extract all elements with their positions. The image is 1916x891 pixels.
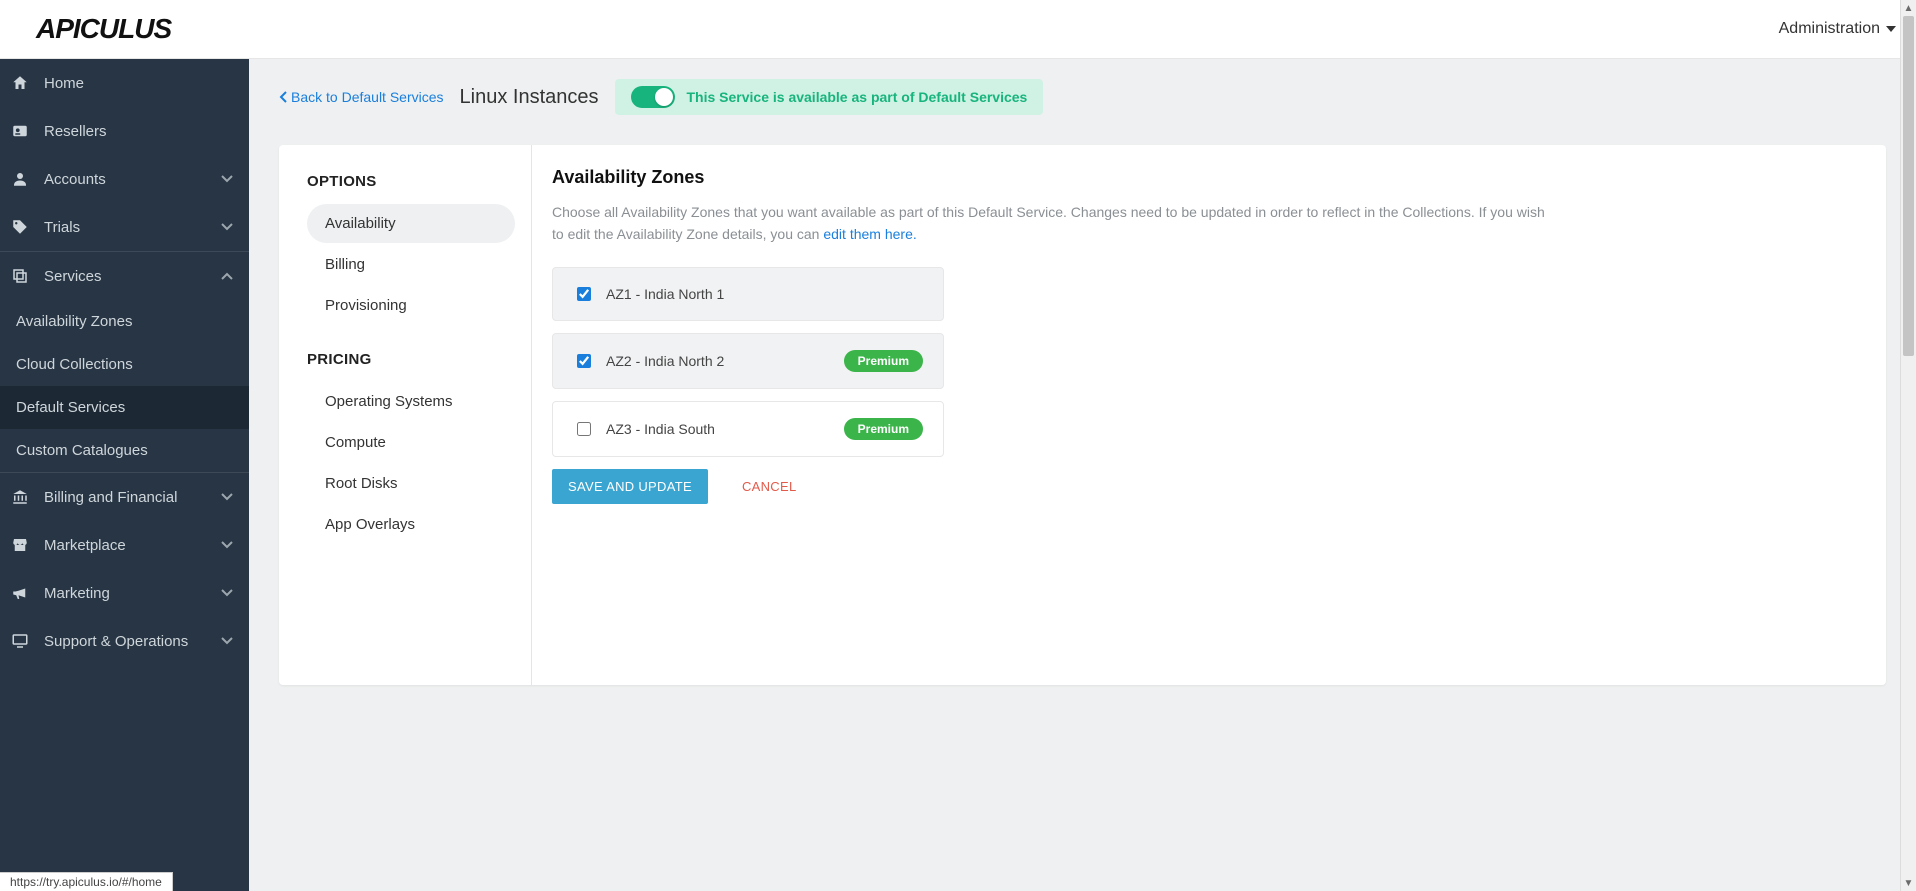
caret-down-icon — [1886, 26, 1896, 32]
az1-label: AZ1 - India North 1 — [606, 286, 724, 302]
tag-icon — [10, 217, 30, 237]
sidebar-item-label: Marketplace — [44, 537, 126, 554]
page-title: Linux Instances — [460, 86, 599, 109]
home-icon — [10, 73, 30, 93]
sidebar-subitem-custom-catalogues[interactable]: Custom Catalogues — [0, 429, 249, 472]
top-bar: APICULUS Administration — [0, 0, 1916, 59]
id-icon — [10, 121, 30, 141]
chevron-down-icon — [221, 493, 233, 501]
az2-label: AZ2 - India North 2 — [606, 353, 724, 369]
chevron-down-icon — [221, 637, 233, 645]
administration-label: Administration — [1779, 20, 1880, 38]
service-toggle[interactable] — [631, 86, 675, 108]
az-row-3[interactable]: AZ3 - India South Premium — [552, 401, 944, 457]
sidebar-subitem-cloud-collections[interactable]: Cloud Collections — [0, 343, 249, 386]
sidebar-item-label: Trials — [44, 219, 80, 236]
cancel-button[interactable]: CANCEL — [736, 478, 803, 495]
save-button[interactable]: SAVE AND UPDATE — [552, 469, 708, 504]
sidebar-item-home[interactable]: Home — [0, 59, 249, 107]
back-link-label: Back to Default Services — [291, 89, 444, 105]
sidebar-item-label: Support & Operations — [44, 633, 188, 650]
page-header: Back to Default Services Linux Instances… — [249, 59, 1916, 115]
sidebar-item-services[interactable]: Services — [0, 252, 249, 300]
status-url: https://try.apiculus.io/#/home — [0, 872, 173, 891]
sidebar-item-label: Marketing — [44, 585, 110, 602]
side-item-operating-systems[interactable]: Operating Systems — [307, 382, 515, 421]
section-description: Choose all Availability Zones that you w… — [552, 202, 1552, 245]
brand-logo: APICULUS — [36, 13, 171, 45]
store-icon — [10, 535, 30, 555]
az2-checkbox[interactable] — [577, 354, 591, 368]
sidebar-subitem-default-services[interactable]: Default Services — [0, 386, 249, 429]
sidebar-item-label: Home — [44, 75, 84, 92]
section-heading: Availability Zones — [552, 167, 1856, 188]
chevron-up-icon — [221, 272, 233, 280]
chevron-left-icon — [279, 91, 287, 103]
side-item-billing[interactable]: Billing — [307, 245, 515, 284]
side-item-root-disks[interactable]: Root Disks — [307, 464, 515, 503]
user-icon — [10, 169, 30, 189]
scroll-down-icon[interactable]: ▼ — [1901, 875, 1916, 891]
az3-checkbox[interactable] — [577, 422, 591, 436]
edit-link[interactable]: edit them here. — [823, 226, 916, 242]
side-item-compute[interactable]: Compute — [307, 423, 515, 462]
availability-text: This Service is available as part of Def… — [687, 89, 1028, 105]
sidebar: Home Resellers Accounts Trials — [0, 59, 249, 891]
main-content: Back to Default Services Linux Instances… — [249, 59, 1916, 891]
settings-card: OPTIONS Availability Billing Provisionin… — [279, 145, 1886, 685]
sidebar-item-label: Accounts — [44, 171, 106, 188]
monitor-icon — [10, 631, 30, 651]
sidebar-item-resellers[interactable]: Resellers — [0, 107, 249, 155]
chevron-down-icon — [221, 589, 233, 597]
scroll-up-icon[interactable]: ▲ — [1901, 0, 1916, 16]
az1-checkbox[interactable] — [577, 287, 591, 301]
card-side-panel: OPTIONS Availability Billing Provisionin… — [279, 145, 532, 685]
sidebar-item-marketplace[interactable]: Marketplace — [0, 521, 249, 569]
megaphone-icon — [10, 583, 30, 603]
az3-label: AZ3 - India South — [606, 421, 715, 437]
side-heading-pricing: PRICING — [307, 351, 515, 368]
scroll-thumb[interactable] — [1903, 16, 1914, 356]
chevron-down-icon — [221, 541, 233, 549]
side-item-availability[interactable]: Availability — [307, 204, 515, 243]
sidebar-item-trials[interactable]: Trials — [0, 203, 249, 251]
chevron-down-icon — [221, 175, 233, 183]
sidebar-item-label: Services — [44, 268, 102, 285]
sidebar-item-label: Resellers — [44, 123, 107, 140]
card-main-panel: Availability Zones Choose all Availabili… — [532, 145, 1886, 685]
sidebar-item-accounts[interactable]: Accounts — [0, 155, 249, 203]
chevron-down-icon — [221, 223, 233, 231]
side-item-provisioning[interactable]: Provisioning — [307, 286, 515, 325]
sidebar-item-support[interactable]: Support & Operations — [0, 617, 249, 665]
window-scrollbar[interactable]: ▲ ▼ — [1900, 0, 1916, 891]
az-row-1[interactable]: AZ1 - India North 1 — [552, 267, 944, 321]
side-heading-options: OPTIONS — [307, 173, 515, 190]
description-text: Choose all Availability Zones that you w… — [552, 204, 1545, 242]
premium-badge: Premium — [844, 418, 923, 440]
az-row-2[interactable]: AZ2 - India North 2 Premium — [552, 333, 944, 389]
sidebar-subitem-availability-zones[interactable]: Availability Zones — [0, 300, 249, 343]
back-link[interactable]: Back to Default Services — [279, 89, 444, 105]
sidebar-item-label: Billing and Financial — [44, 489, 177, 506]
button-row: SAVE AND UPDATE CANCEL — [552, 469, 1856, 504]
premium-badge: Premium — [844, 350, 923, 372]
side-item-app-overlays[interactable]: App Overlays — [307, 505, 515, 544]
sidebar-item-marketing[interactable]: Marketing — [0, 569, 249, 617]
bank-icon — [10, 487, 30, 507]
administration-dropdown[interactable]: Administration — [1779, 20, 1896, 38]
layers-icon — [10, 266, 30, 286]
sidebar-item-billing[interactable]: Billing and Financial — [0, 473, 249, 521]
availability-pill: This Service is available as part of Def… — [615, 79, 1044, 115]
